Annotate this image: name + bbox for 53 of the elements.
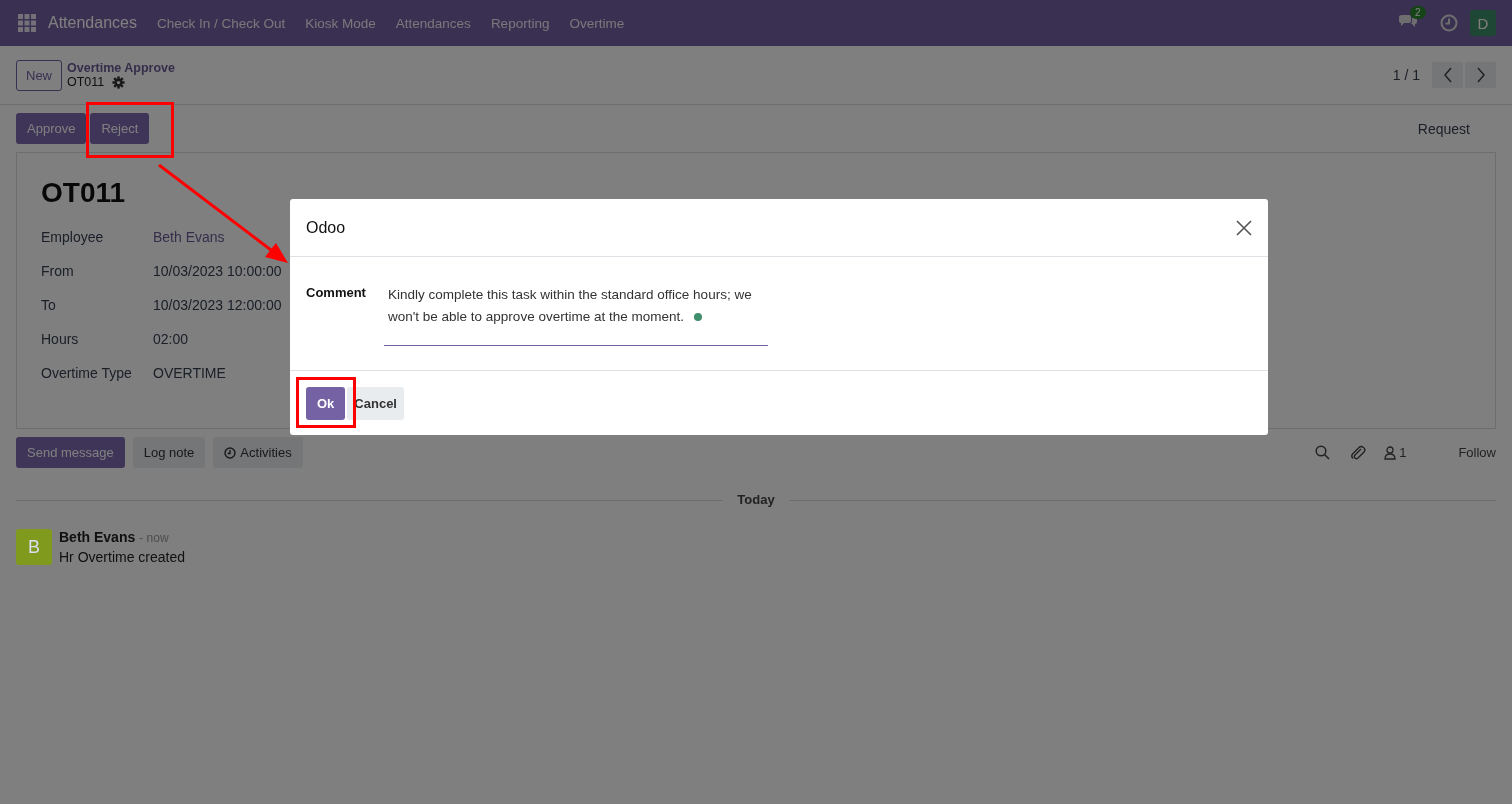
action-button[interactable]: Approve — [16, 113, 87, 144]
clock-icon — [224, 446, 237, 459]
field-link[interactable]: Beth Evans — [153, 229, 225, 245]
new-button[interactable]: New — [16, 59, 62, 91]
previous-button[interactable] — [1432, 62, 1463, 88]
field-label: From — [41, 263, 74, 279]
action-button[interactable]: Reject — [90, 113, 150, 144]
followers-button[interactable]: 1 — [1378, 444, 1413, 461]
user-avatar[interactable]: D — [1470, 10, 1496, 36]
field-label: To — [41, 297, 56, 313]
status-label[interactable]: Request — [1417, 120, 1470, 137]
message-body: Hr Overtime created — [59, 549, 186, 565]
menu-item[interactable]: Reporting — [490, 15, 550, 31]
gear-icon[interactable] — [112, 75, 126, 89]
close-icon[interactable] — [1236, 219, 1252, 236]
status-dot-icon — [693, 313, 702, 321]
breadcrumb-link[interactable]: Overtime Approve — [67, 61, 175, 75]
highlight-box — [296, 377, 356, 428]
dialog-title: Odoo — [306, 218, 346, 237]
message-count-badge: 2 — [1410, 6, 1426, 19]
person-icon — [1384, 445, 1397, 460]
author-avatar: B — [16, 529, 52, 565]
send-message-button[interactable]: Send message — [16, 437, 125, 468]
comment-field[interactable]: Kindly complete this task within the standard office hours; we won't be able to approve overtime at the moment. — [383, 281, 768, 346]
apps-grid-icon[interactable] — [18, 14, 36, 32]
clock-icon[interactable] — [1440, 14, 1458, 32]
menu-item[interactable]: Overtime — [569, 15, 625, 31]
field-value: OVERTIME — [153, 365, 226, 381]
activities-button[interactable]: Activities — [213, 437, 303, 468]
menu-item[interactable]: Check In / Check Out — [156, 15, 286, 31]
field-label: Overtime Type — [41, 365, 132, 381]
search-icon[interactable] — [1315, 445, 1331, 460]
menu-item[interactable]: Kiosk Mode — [305, 15, 376, 31]
field-value: 10/03/2023 10:00:00 — [153, 263, 282, 279]
cancel-button[interactable]: Cancel — [347, 386, 404, 420]
pager-counter: 1 / 1 — [1392, 67, 1420, 83]
field-value: 10/03/2023 12:00:00 — [153, 297, 282, 313]
menu-item[interactable]: Attendances — [395, 15, 471, 31]
record-title: OT011 — [41, 177, 127, 209]
chevron-left-icon — [1442, 67, 1453, 83]
paperclip-icon[interactable] — [1350, 444, 1367, 461]
record-name: OT011 — [67, 75, 105, 89]
ok-button[interactable]: Ok — [306, 386, 346, 420]
field-value: 02:00 — [153, 331, 189, 347]
chevron-right-icon — [1475, 67, 1486, 83]
field-label: Comment — [306, 284, 366, 302]
field-label: Employee — [41, 229, 104, 245]
field-label: Hours — [41, 331, 79, 347]
next-button[interactable] — [1465, 62, 1496, 88]
app-name[interactable]: Attendances — [48, 14, 137, 32]
follow-button[interactable]: Follow — [1458, 445, 1496, 460]
log-note-button[interactable]: Log note — [132, 437, 206, 468]
author-name: Beth Evans — [59, 529, 136, 545]
